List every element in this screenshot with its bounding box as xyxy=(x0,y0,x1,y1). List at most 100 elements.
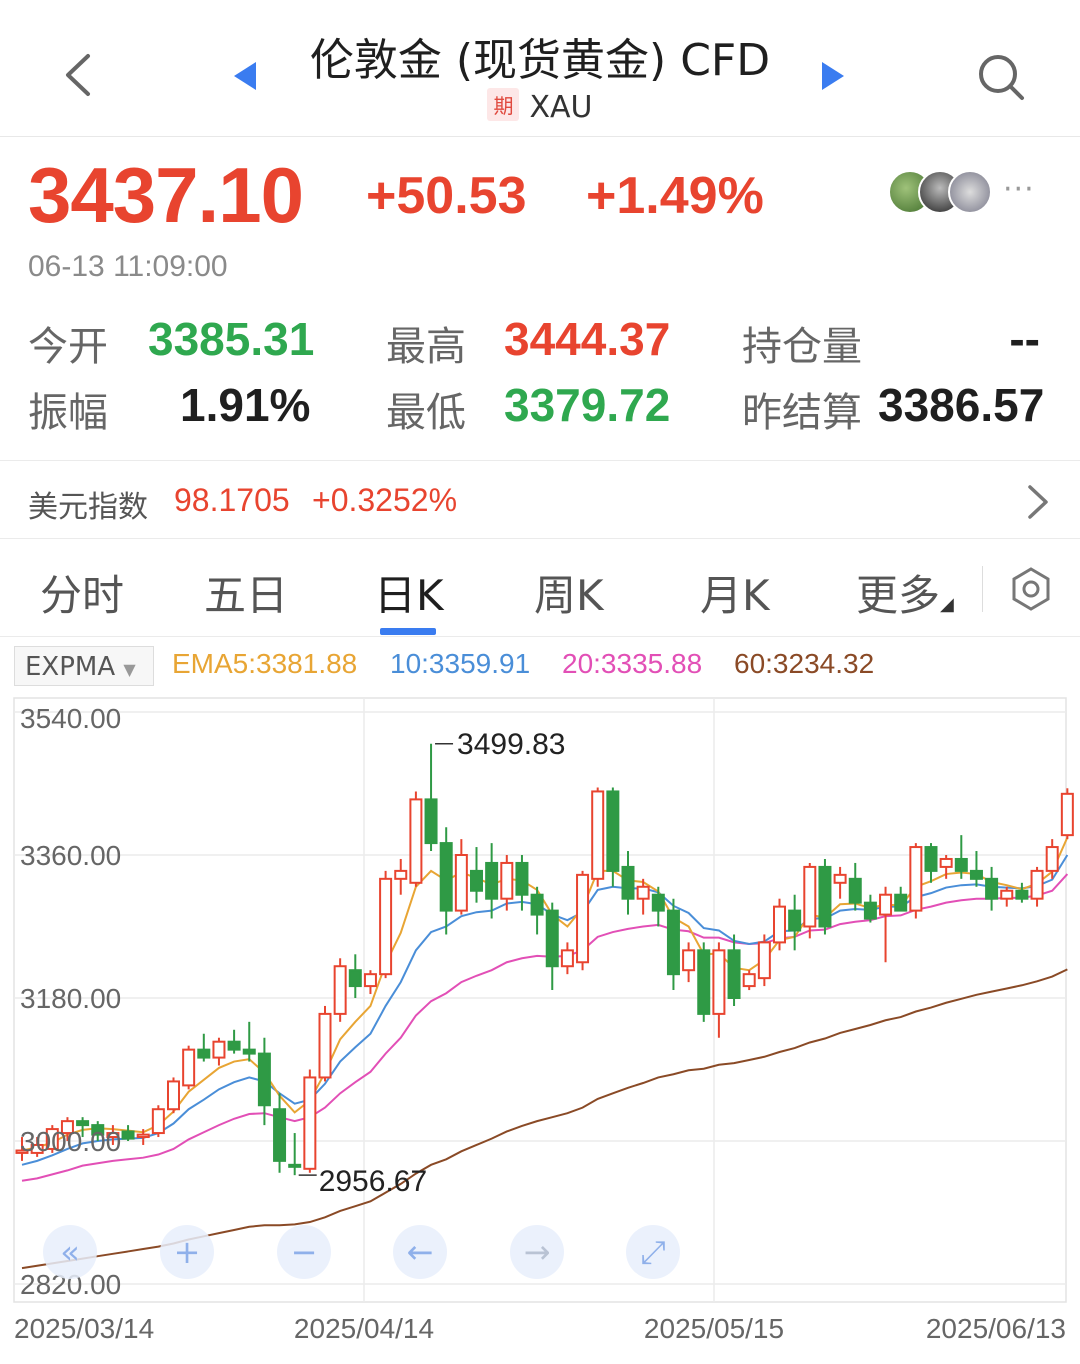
amplitude-value: 1.91% xyxy=(180,379,311,431)
candle-body xyxy=(167,1080,180,1111)
candle-body xyxy=(894,893,908,912)
avatar xyxy=(948,170,992,214)
search-icon[interactable] xyxy=(976,52,1026,102)
futures-badge: 期 xyxy=(487,88,520,121)
settings-hexagon-icon[interactable] xyxy=(1008,566,1054,612)
candle-body xyxy=(500,861,514,900)
low-marker-label: 2956.67 xyxy=(319,1165,427,1198)
x-axis-label: 2025/04/14 xyxy=(294,1313,434,1344)
candle-body xyxy=(348,969,362,988)
candle-body xyxy=(621,865,635,900)
candle-body xyxy=(818,865,832,928)
candle-body xyxy=(1000,889,1014,900)
candle-body xyxy=(757,941,771,980)
pan-right-icon[interactable]: → xyxy=(524,1233,551,1271)
more-icon[interactable]: ··· xyxy=(1003,172,1035,207)
candle-body xyxy=(1030,869,1044,900)
candle-body xyxy=(666,909,680,976)
next-instrument-icon[interactable] xyxy=(822,62,844,90)
candle-body xyxy=(424,798,438,845)
tab-monthly-k[interactable]: 月K xyxy=(700,562,770,623)
fullscreen-icon[interactable]: ⤢ xyxy=(640,1233,666,1271)
y-axis-label: 3000.00 xyxy=(20,1126,121,1157)
pan-left-icon[interactable]: ← xyxy=(407,1233,434,1271)
candle-body xyxy=(742,973,756,988)
candle-body xyxy=(924,846,938,872)
candle-body xyxy=(636,885,650,900)
amplitude-label: 振幅 xyxy=(28,390,108,436)
candle-body xyxy=(969,869,983,880)
instrument-symbol: XAU xyxy=(529,90,593,125)
zoom-in-icon[interactable]: + xyxy=(174,1233,201,1271)
open-interest-label: 持仓量 xyxy=(742,324,862,370)
rewind-icon[interactable]: « xyxy=(60,1233,80,1271)
tab-more-label: 更多 xyxy=(856,571,941,620)
x-axis-label: 2025/03/14 xyxy=(14,1313,154,1344)
divider xyxy=(0,636,1080,637)
ema20-line xyxy=(21,873,1069,1182)
usd-index-value: 98.1705 xyxy=(174,482,290,518)
usd-index-change: +0.3252% xyxy=(312,482,458,518)
candle-body xyxy=(151,1108,165,1135)
candle-body xyxy=(470,869,483,892)
candle-body xyxy=(121,1130,135,1140)
tab-daily-k[interactable]: 日K xyxy=(374,562,444,623)
active-tab-indicator xyxy=(380,628,436,635)
x-axis-label: 2025/06/13 xyxy=(926,1313,1066,1344)
tab-more[interactable]: 更多◢ xyxy=(856,562,954,623)
candle-body xyxy=(803,865,817,928)
low-value: 3379.72 xyxy=(504,379,671,431)
prev-settle-value: 3386.57 xyxy=(878,379,1045,431)
candle-body xyxy=(697,949,711,1015)
caret-down-icon: ▼ xyxy=(123,660,136,679)
ema5-value: EMA5:3381.88 xyxy=(172,648,358,679)
tab-weekly-k[interactable]: 周K xyxy=(534,562,604,623)
tab-intraday[interactable]: 分时 xyxy=(40,562,124,623)
candle-body xyxy=(182,1048,196,1087)
candle-body xyxy=(318,1012,332,1079)
chevron-right-icon[interactable] xyxy=(1022,484,1052,520)
candle-body xyxy=(712,949,726,1015)
candle-body xyxy=(227,1040,241,1051)
candle-body xyxy=(727,949,741,1000)
indicator-select-label: EXPMA xyxy=(25,652,116,682)
open-label: 今开 xyxy=(28,324,108,370)
low-label: 最低 xyxy=(386,390,466,436)
candle-body xyxy=(76,1120,90,1127)
y-axis-label: 3360.00 xyxy=(20,840,121,871)
candle-body xyxy=(863,901,877,920)
ema20-value: 20:3335.88 xyxy=(562,648,703,679)
divider xyxy=(982,566,983,612)
y-axis-label: 3180.00 xyxy=(20,983,121,1014)
candle-body xyxy=(651,893,665,912)
candle-body xyxy=(212,1040,226,1059)
top-nav-bar: 伦敦金 (现货黄金) CFD 期 XAU xyxy=(0,0,1080,137)
indicator-select[interactable]: EXPMA ▼ xyxy=(14,646,154,686)
candle-body xyxy=(515,861,529,896)
zoom-out-icon[interactable]: − xyxy=(291,1233,318,1271)
candle-body xyxy=(909,846,923,912)
candle-body xyxy=(439,842,453,912)
high-value: 3444.37 xyxy=(504,313,671,365)
candle-body xyxy=(1045,846,1059,872)
candle-body xyxy=(197,1048,211,1059)
candlestick-chart[interactable]: 3499.83 2956.67 3540.00 3360.00 3180.00 3000… xyxy=(0,690,1080,1364)
candle-body xyxy=(560,949,574,968)
candle-body xyxy=(530,893,544,916)
candle-body xyxy=(136,1133,150,1139)
candle-body xyxy=(788,909,802,932)
candle-body xyxy=(257,1052,271,1107)
candle-body xyxy=(379,877,393,976)
usd-index-label[interactable]: 美元指数 xyxy=(28,482,148,526)
candle-body xyxy=(273,1108,287,1162)
divider xyxy=(0,460,1080,461)
x-axis-label: 2025/05/15 xyxy=(644,1313,784,1344)
candle-body xyxy=(985,877,999,900)
tab-five-day[interactable]: 五日 xyxy=(204,562,288,623)
divider xyxy=(0,538,1080,539)
follower-avatars[interactable] xyxy=(888,170,998,214)
prev-settle-label: 昨结算 xyxy=(742,390,862,436)
candle-body xyxy=(879,893,893,916)
last-price: 3437.10 xyxy=(28,151,304,239)
price-change-percent: +1.49% xyxy=(586,167,764,225)
